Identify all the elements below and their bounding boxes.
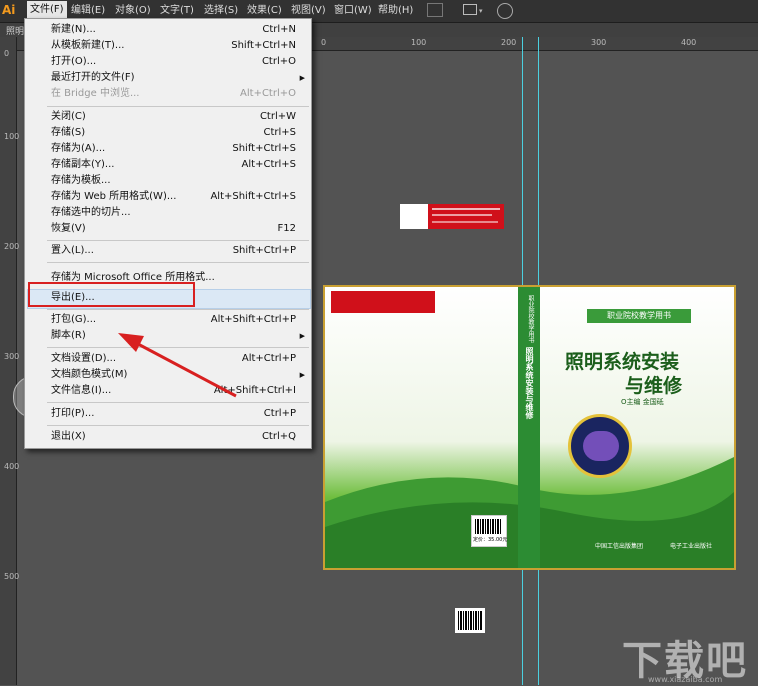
menu-effect[interactable]: 效果(C) [247,4,282,17]
ruler-label: 100 [411,38,427,47]
menu-item-save-as-template[interactable]: 存储为模板... [25,173,311,189]
submenu-arrow-icon: ▶ [299,371,305,379]
barcode-artwork[interactable] [455,608,485,633]
menu-item-save[interactable]: 存储(S) Ctrl+S [25,125,311,141]
submenu-arrow-icon: ▶ [299,74,305,82]
gpu-performance-icon[interactable] [497,3,513,19]
menu-item-document-setup[interactable]: 文档设置(D)... Alt+Ctrl+P [25,351,311,367]
menu-separator [47,425,309,426]
menu-item-save-copy[interactable]: 存储副本(Y)... Alt+Ctrl+S [25,157,311,173]
ruler-label: 0 [4,49,10,58]
spine-label: 职业院校教学用书 [527,295,534,343]
ruler-label: 300 [591,38,607,47]
menu-item-revert[interactable]: 恢复(V) F12 [25,221,311,237]
arrange-documents-icon[interactable]: ▾ [463,4,487,17]
cover-author: O主编 金国砥 [621,398,664,406]
book-cover-artwork[interactable]: 职业院校教学用书 照明系统安装 与维修 O主编 金国砥 照明系统安装与维修 职业… [323,285,736,570]
ruler-label: 100 [4,132,20,141]
menu-item-new-from-template[interactable]: 从模板新建(T)... Shift+Ctrl+N [25,38,311,54]
menu-item-exit[interactable]: 退出(X) Ctrl+Q [25,429,311,445]
ruler-label: 500 [4,572,20,581]
highlight-box-annotation [28,282,195,307]
menu-separator [47,240,309,241]
menu-item-scripts[interactable]: 脚本(R) ▶ [25,328,311,344]
cover-title-line2: 与维修 [625,375,683,397]
ruler-label: 400 [681,38,697,47]
vertical-ruler[interactable]: 0 100 200 300 400 500 [0,37,20,685]
ruler-label: 200 [4,242,20,251]
menu-item-open[interactable]: 打开(O)... Ctrl+O [25,54,311,70]
publisher-logo-artwork[interactable] [400,204,504,229]
menu-item-document-color-mode[interactable]: 文档颜色模式(M) ▶ [25,367,311,383]
menu-item-browse-in-bridge: 在 Bridge 中浏览... Alt+Ctrl+O [51,88,296,99]
menu-separator [47,347,309,348]
menu-item-save-as[interactable]: 存储为(A)... Shift+Ctrl+S [25,141,311,157]
menu-object[interactable]: 对象(O) [115,4,151,17]
menu-separator [47,106,309,107]
menu-item-open-recent[interactable]: 最近打开的文件(F) ▶ [25,70,311,86]
cover-photo [568,414,632,478]
menu-file[interactable]: 文件(F) [27,1,67,18]
cover-title-line1: 照明系统安装 [565,351,680,373]
menu-item-package[interactable]: 打包(G)... Alt+Shift+Ctrl+P [25,312,311,328]
press-label: 电子工业出版社 [670,543,713,550]
document-tab[interactable]: 照明 [6,24,24,37]
menu-item-print[interactable]: 打印(P)... Ctrl+P [25,406,311,422]
publisher-group-label: 中国工信出版集团 [595,543,644,550]
file-menu-dropdown: 新建(N)... Ctrl+N 从模板新建(T)... Shift+Ctrl+N 打… [24,18,312,449]
menu-select[interactable]: 选择(S) [204,4,238,17]
menu-item-file-info[interactable]: 文件信息(I)... Alt+Shift+Ctrl+I [25,383,311,399]
ruler-label: 0 [321,38,327,47]
menu-separator [47,402,309,403]
menu-type[interactable]: 文字(T) [160,4,194,17]
ruler-label: 300 [4,352,20,361]
watermark-url: www.xiazaiba.com [648,675,723,684]
menu-item-place[interactable]: 置入(L)... Shift+Ctrl+P [25,243,311,259]
menu-item-save-selected-slices[interactable]: 存储选中的切片... [25,205,311,221]
ruler-label: 400 [4,462,20,471]
series-banner: 职业院校教学用书 [587,309,691,323]
ruler-label: 200 [501,38,517,47]
submenu-arrow-icon: ▶ [299,332,305,340]
bridge-icon[interactable] [427,3,443,17]
menu-window[interactable]: 窗口(W) [334,4,372,17]
cover-barcode: 定价：35.00元 [471,515,507,547]
menu-view[interactable]: 视图(V) [291,4,326,17]
cover-red-logo [331,291,435,313]
menu-item-save-for-web[interactable]: 存储为 Web 所用格式(W)... Alt+Shift+Ctrl+S [25,189,311,205]
spine-title: 照明系统安装与维修 [525,347,534,419]
menu-help[interactable]: 帮助(H) [378,4,413,17]
menu-item-close[interactable]: 关闭(C) Ctrl+W [25,109,311,125]
menu-separator [47,309,309,310]
menu-item-new[interactable]: 新建(N)... Ctrl+N [25,22,311,38]
illustrator-logo: Ai [2,3,16,17]
menu-edit[interactable]: 编辑(E) [71,4,105,17]
menu-separator [47,262,309,263]
